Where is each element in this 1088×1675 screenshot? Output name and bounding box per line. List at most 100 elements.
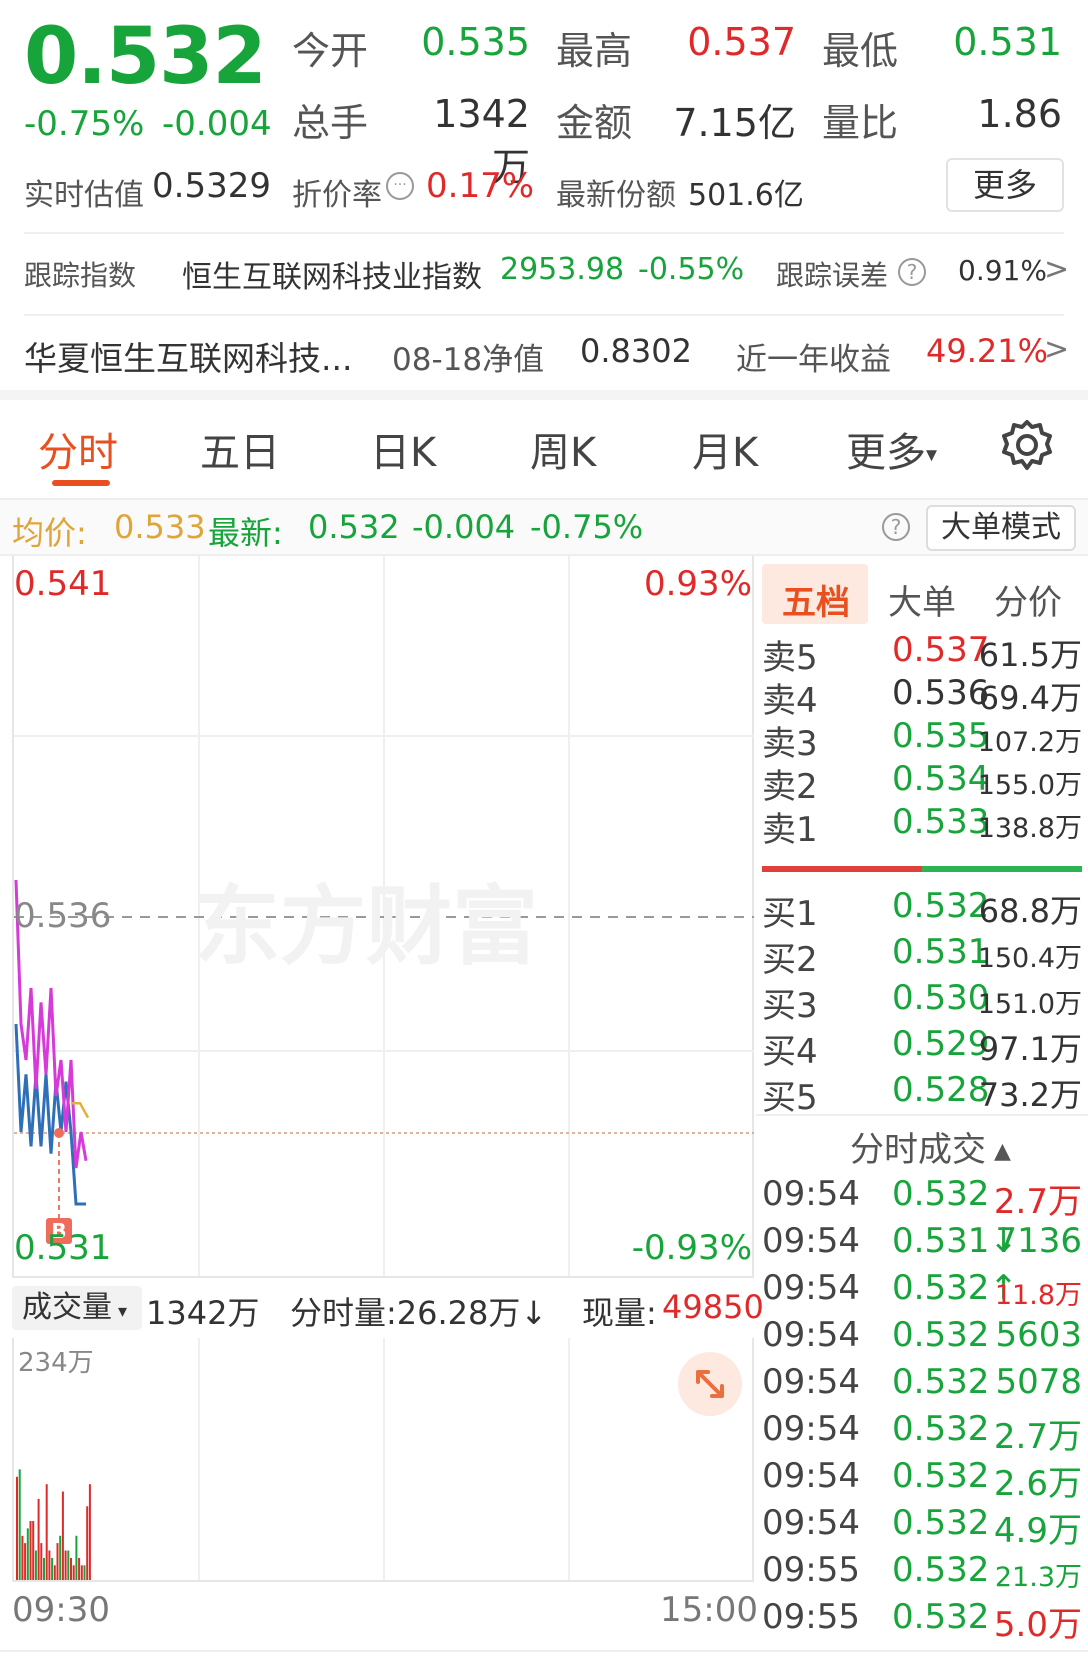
trades-title[interactable]: 分时成交 ▲ [850, 1122, 1011, 1171]
bid-row[interactable]: 买3 0.530 151.0万 [762, 978, 1082, 1026]
time-end: 15:00 [660, 1590, 758, 1630]
volume-bar [64, 1550, 67, 1580]
chevron-right-icon: > [1044, 332, 1070, 367]
help-icon[interactable]: ? [882, 513, 910, 541]
volume-ratio-value: 1.86 [977, 92, 1062, 136]
bid-level-name: 买4 [762, 1032, 818, 1072]
avg-label: 均价: [12, 514, 87, 552]
bid-row[interactable]: 买1 0.532 68.8万 [762, 886, 1082, 934]
volume-chart[interactable]: 234万 [12, 1338, 754, 1582]
ask-price: 0.533 [892, 802, 990, 842]
tab-intraday[interactable]: 分时 [38, 420, 118, 478]
volume-bar [16, 1476, 18, 1580]
volume-bar [70, 1557, 72, 1580]
gear-icon[interactable] [1000, 418, 1054, 472]
discount-value: 0.17% [426, 166, 535, 206]
ellipsis-icon[interactable]: ··· [386, 172, 414, 200]
ask-level-name: 卖4 [762, 681, 818, 721]
ask-volume: 155.0万 [977, 770, 1082, 801]
volume-bar [24, 1543, 27, 1580]
big-order-mode-button[interactable]: 大单模式 [926, 505, 1076, 551]
ask-row[interactable]: 卖4 0.536 69.4万 [762, 673, 1082, 721]
tab-price-levels[interactable]: 分价 [994, 575, 1062, 624]
watermark: 东方财富 [194, 877, 538, 977]
volume-header: 成交量 ▾ 1342万 分时量:26.28万↓ 现量: 49850 [12, 1280, 764, 1336]
chevron-right-icon: > [1044, 252, 1070, 287]
expand-icon[interactable] [678, 1352, 742, 1416]
trade-volume: 2.7万 [993, 1417, 1082, 1457]
tab-five-levels[interactable]: 五档 [782, 575, 850, 624]
trade-row: 09:54 0.532 2.7万 [762, 1174, 1082, 1222]
current-volume-label: 现量: [582, 1294, 657, 1332]
ask-price: 0.536 [892, 673, 990, 713]
tab-monthly-k[interactable]: 月K [692, 420, 758, 478]
intraday-chart[interactable]: 东方财富 0.541 0.93% 0.536 B 0.531 -0.93% [12, 556, 754, 1278]
trade-price: 0.532 [892, 1315, 990, 1355]
volume-bar [37, 1498, 40, 1580]
change-percent: -0.75% [24, 104, 145, 144]
bid-volume: 151.0万 [977, 989, 1082, 1020]
shares-value: 501.6亿 [688, 178, 804, 213]
trade-price: 0.532 [892, 1456, 990, 1496]
volume-bar [83, 1565, 86, 1580]
trade-time: 09:54 [762, 1174, 860, 1214]
axis-max-percent: 0.93% [643, 564, 752, 604]
ask-row[interactable]: 卖5 0.537 61.5万 [762, 630, 1082, 678]
help-icon[interactable]: ? [898, 258, 926, 286]
caret-up-icon: ▲ [994, 1139, 1011, 1164]
shares-label: 最新份额 [556, 178, 676, 213]
amount-value: 7.15亿 [673, 101, 796, 145]
volume-bar [86, 1506, 89, 1580]
current-volume: 49850 [662, 1288, 764, 1326]
active-tab-indicator [52, 480, 110, 486]
trade-time: 09:55 [762, 1550, 860, 1590]
tab-weekly-k[interactable]: 周K [530, 420, 596, 478]
volume-bar [53, 1565, 56, 1580]
bid-row[interactable]: 买2 0.531 150.4万 [762, 932, 1082, 980]
volume-bar [51, 1557, 54, 1580]
volume-bar [67, 1550, 70, 1580]
tab-five-day[interactable]: 五日 [200, 420, 280, 478]
fund-row[interactable]: 华夏恒生互联网科技... 08-18净值 0.8302 近一年收益 49.21%… [0, 330, 1088, 380]
dropdown-arrow-icon: ▾ [926, 442, 938, 468]
tab-more-label: 更多 [846, 430, 926, 476]
trade-volume: 5603 [995, 1315, 1082, 1355]
ask-row[interactable]: 卖2 0.534 155.0万 [762, 759, 1082, 807]
tracking-row[interactable]: 跟踪指数 恒生互联网科技业指数 2953.98 -0.55% 跟踪误差 ? 0.… [0, 250, 1088, 300]
high-value: 0.537 [687, 20, 796, 64]
ask-volume: 107.2万 [977, 727, 1082, 758]
bid-price: 0.532 [892, 886, 990, 926]
bid-volume: 150.4万 [977, 943, 1082, 974]
trade-row: 09:54 0.532 2.7万 [762, 1409, 1082, 1457]
change-amount: -0.004 [162, 104, 272, 144]
tab-big-orders[interactable]: 大单 [888, 575, 956, 624]
bid-row[interactable]: 买4 0.529 97.1万 [762, 1024, 1082, 1072]
more-button[interactable]: 更多 [946, 158, 1064, 212]
volume-selector[interactable]: 成交量 ▾ [12, 1286, 142, 1330]
open-value: 0.535 [421, 20, 530, 64]
bid-level-name: 买3 [762, 986, 818, 1026]
ask-row[interactable]: 卖1 0.533 138.8万 [762, 802, 1082, 850]
volume-bar [59, 1535, 62, 1580]
ask-level-name: 卖5 [762, 638, 818, 678]
trade-time: 09:55 [762, 1597, 860, 1637]
trade-time: 09:54 [762, 1362, 860, 1402]
trade-volume: 4.9万 [993, 1511, 1082, 1551]
trade-volume: 2.7万 [993, 1182, 1082, 1222]
bid-level-name: 买1 [762, 894, 818, 934]
low-label: 最低 [822, 29, 899, 73]
trade-volume: 5.0万 [993, 1605, 1082, 1645]
tab-daily-k[interactable]: 日K [370, 420, 436, 478]
trade-time: 09:54 [762, 1409, 860, 1449]
trade-row: 09:54 0.532 4.9万 [762, 1503, 1082, 1551]
tab-more[interactable]: 更多▾ [846, 420, 937, 478]
volume-bar [32, 1521, 35, 1580]
trade-row: 09:55 0.532 5.0万 [762, 1597, 1082, 1645]
trade-volume: 21.3万 [994, 1562, 1082, 1593]
bid-row[interactable]: 买5 0.528 73.2万 [762, 1070, 1082, 1118]
ask-price: 0.534 [892, 759, 990, 799]
ask-row[interactable]: 卖3 0.535 107.2万 [762, 716, 1082, 764]
latest-change: -0.004 [412, 508, 516, 546]
trade-price: 0.532 [892, 1550, 990, 1590]
high-label: 最高 [556, 29, 633, 73]
